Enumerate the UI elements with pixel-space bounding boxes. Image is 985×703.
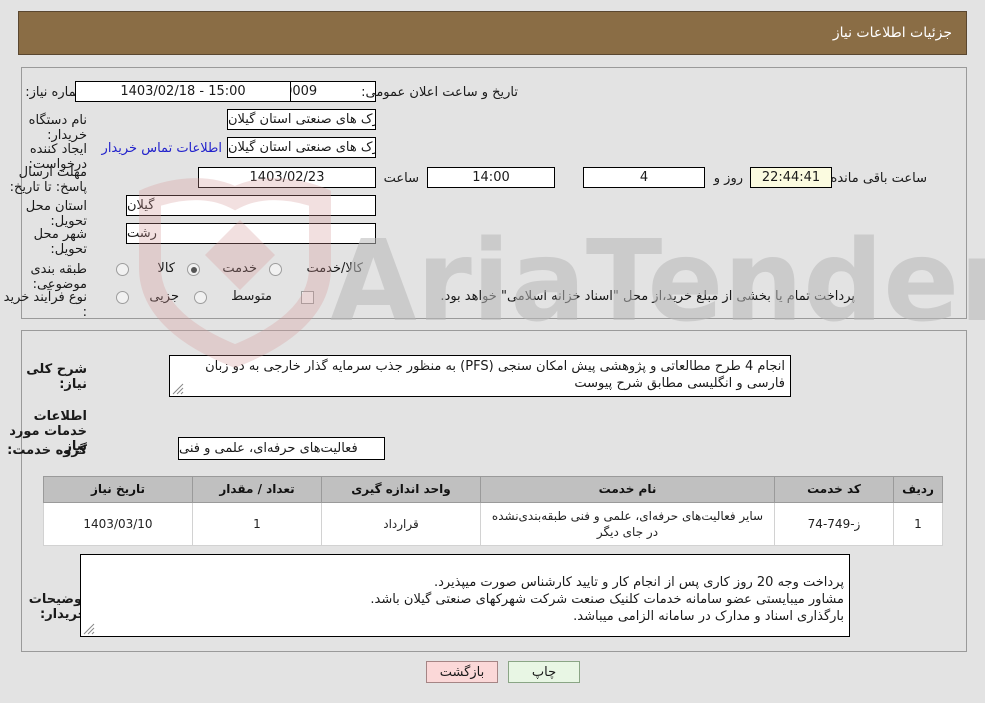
th-date: تاریخ نیاز — [43, 476, 193, 503]
purchase-process-label: نوع فرآیند خرید : — [3, 290, 87, 320]
deadline-date-value: 1403/02/23 — [198, 167, 376, 188]
delivery-province-value: گیلان — [126, 195, 376, 216]
requester-value: سیدرضا موسوی کاربرداز شرکت شهرک های صنعت… — [227, 137, 376, 158]
deadline-time-label: ساعت — [383, 171, 419, 186]
cell-date: 1403/03/10 — [43, 502, 193, 546]
resize-grip-icon — [83, 623, 95, 635]
buyer-remarks-textarea[interactable]: پرداخت وجه 20 روز کاری پس از انجام کار و… — [80, 554, 850, 637]
print-button[interactable]: چاپ — [508, 661, 580, 683]
public-announcement-label: تاریخ و ساعت اعلان عمومی: — [361, 85, 518, 100]
buyer-contact-link[interactable]: اطلاعات تماس خریدار — [102, 141, 222, 156]
need-summary-label: شرح کلی نیاز: — [26, 362, 87, 392]
need-summary-panel — [21, 67, 967, 319]
remaining-days-value: 4 — [583, 167, 705, 188]
radio-category-khedmat[interactable] — [187, 263, 200, 276]
cell-qty: 1 — [192, 502, 322, 546]
buyer-org-label: نام دستگاه خریدار: — [28, 113, 87, 143]
radio-category-kala[interactable] — [116, 263, 129, 276]
checkbox-islamic-treasury-bonds[interactable] — [301, 291, 314, 304]
checkbox-islamic-treasury-bonds-label: پرداخت تمام یا بخشی از مبلغ خرید،از محل … — [440, 289, 855, 304]
buyer-org-value: شرکت شهرک های صنعتی استان گیلان — [227, 109, 376, 130]
cell-code: ز-749-74 — [774, 502, 894, 546]
radio-category-khedmat-label: خدمت — [222, 261, 257, 276]
th-name: نام خدمت — [480, 476, 775, 503]
countdown-label: ساعت باقی مانده — [830, 171, 927, 186]
buyer-remarks-text: پرداخت وجه 20 روز کاری پس از انجام کار و… — [370, 575, 844, 624]
delivery-city-value: رشت — [126, 223, 376, 244]
public-announcement-value: 15:00 - 1403/02/18 — [75, 81, 291, 102]
need-summary-text: انجام 4 طرح مطالعاتی و پژوهشی پیش امکان … — [205, 359, 785, 391]
radio-process-motavaset[interactable] — [194, 291, 207, 304]
service-group-label: گروه خدمت: — [7, 443, 87, 458]
radio-process-jozee[interactable] — [116, 291, 129, 304]
th-code: کد خدمت — [774, 476, 894, 503]
table-row: 1 ز-749-74 سایر فعالیت‌های حرفه‌ای، علمی… — [43, 502, 943, 546]
delivery-province-label: استان محل تحویل: — [25, 199, 87, 229]
radio-category-kala-khedmat-label: کالا/خدمت — [306, 261, 363, 276]
buyer-remarks-label: توضیحات خریدار: — [28, 592, 87, 622]
radio-category-kala-label: کالا — [157, 261, 175, 276]
th-unit: واحد اندازه گیری — [321, 476, 481, 503]
deadline-time-value: 14:00 — [427, 167, 555, 188]
page-header-bar: جزئیات اطلاعات نیاز — [18, 11, 967, 55]
deadline-label: مهلت ارسال پاسخ: تا تاریخ: — [9, 165, 87, 195]
cell-name: سایر فعالیت‌های حرفه‌ای، علمی و فنی طبقه… — [480, 502, 775, 546]
needed-services-table: ردیف کد خدمت نام خدمت واحد اندازه گیری ت… — [43, 476, 943, 546]
need-summary-textarea[interactable]: انجام 4 طرح مطالعاتی و پژوهشی پیش امکان … — [169, 355, 791, 397]
resize-grip-icon — [172, 383, 184, 395]
th-qty: تعداد / مقدار — [192, 476, 322, 503]
subject-category-label: طبقه بندی موضوعی: — [30, 262, 88, 292]
service-group-value: فعالیت‌های حرفه‌ای، علمی و فنی — [178, 437, 385, 460]
page-title: جزئیات اطلاعات نیاز — [832, 25, 952, 41]
remaining-days-label: روز و — [713, 171, 743, 186]
delivery-city-label: شهر محل تحویل: — [33, 227, 87, 257]
cell-unit: قرارداد — [321, 502, 481, 546]
radio-process-jozee-label: جزیی — [149, 289, 179, 304]
radio-category-kala-khedmat[interactable] — [269, 263, 282, 276]
back-button[interactable]: بازگشت — [426, 661, 498, 683]
countdown-timer: 22:44:41 — [750, 167, 832, 188]
radio-process-motavaset-label: متوسط — [231, 289, 272, 304]
cell-radif: 1 — [893, 502, 943, 546]
table-header-row: ردیف کد خدمت نام خدمت واحد اندازه گیری ت… — [43, 476, 943, 503]
th-radif: ردیف — [893, 476, 943, 503]
